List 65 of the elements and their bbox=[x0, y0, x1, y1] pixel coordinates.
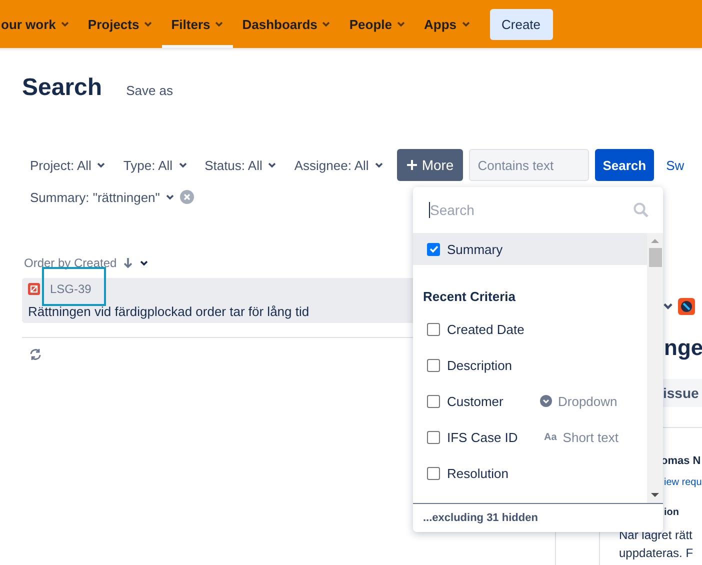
nav-menu-item[interactable]: People bbox=[340, 0, 415, 48]
checkbox[interactable] bbox=[427, 466, 440, 480]
chevron-down-icon bbox=[267, 160, 278, 170]
nav-menu-item[interactable]: Projects bbox=[78, 0, 162, 48]
criteria-item[interactable]: Summary bbox=[413, 233, 647, 265]
scrollbar-thumb[interactable] bbox=[648, 248, 662, 267]
issue-summary: Rättningen vid färdigplockad order tar för lång tid bbox=[28, 304, 310, 319]
plus-icon bbox=[406, 159, 418, 171]
criteria-label: Description bbox=[447, 358, 514, 372]
scrollbar[interactable] bbox=[647, 233, 663, 503]
more-button[interactable]: More bbox=[396, 149, 463, 181]
search-button[interactable]: Search bbox=[594, 149, 654, 181]
chevron-down-icon bbox=[60, 19, 70, 29]
criteria-label: IFS Case ID bbox=[447, 430, 519, 444]
issue-key[interactable]: LSG-39 bbox=[48, 282, 94, 296]
text-search-field[interactable]: Contains text bbox=[468, 149, 589, 181]
text-type-icon: Aa bbox=[544, 432, 557, 442]
chevron-down-icon bbox=[214, 19, 224, 29]
hidden-count-text: ...excluding 31 hidden bbox=[422, 511, 539, 526]
scroll-down-icon[interactable] bbox=[651, 491, 659, 499]
chevron-down-icon bbox=[143, 19, 154, 29]
chevron-down-icon bbox=[460, 19, 470, 29]
save-as-link[interactable]: Save as bbox=[126, 83, 174, 98]
checkbox[interactable] bbox=[427, 322, 440, 336]
chevron-circle-icon bbox=[540, 395, 552, 407]
section-label: ion bbox=[664, 507, 680, 518]
chevron-down-icon bbox=[374, 160, 384, 170]
chevron-down-icon bbox=[178, 160, 188, 170]
filter-dropdown[interactable]: Status: All bbox=[204, 158, 278, 172]
checkbox[interactable] bbox=[427, 358, 440, 372]
field-type-label: Short text bbox=[562, 430, 618, 444]
filter-dropdown[interactable]: Type: All bbox=[123, 158, 188, 172]
chevron-down-icon bbox=[321, 19, 332, 29]
section-title: Recent Criteria bbox=[422, 288, 516, 306]
checkbox[interactable] bbox=[427, 430, 440, 444]
nav-menu-item[interactable]: Apps bbox=[415, 0, 480, 48]
criteria-label: Created Date bbox=[447, 322, 526, 336]
description-text: uppdateras. F bbox=[619, 545, 694, 562]
checkbox[interactable] bbox=[427, 242, 440, 256]
issue-type-icon bbox=[28, 283, 40, 295]
criteria-label: Customer bbox=[447, 394, 504, 408]
filter-dropdown[interactable]: Project: All bbox=[30, 158, 106, 172]
criteria-label: Summary bbox=[447, 242, 504, 256]
issue-title: nge bbox=[663, 335, 702, 361]
create-button[interactable]: Create bbox=[490, 8, 553, 40]
nav-menu-item[interactable]: Dashboards bbox=[233, 0, 340, 48]
app-logo-icon bbox=[678, 298, 695, 314]
chevron-down-icon bbox=[164, 192, 175, 202]
criteria-label: Resolution bbox=[447, 466, 510, 480]
field-type-label: Dropdown bbox=[558, 394, 618, 408]
search-icon bbox=[633, 202, 649, 218]
filter-dropdown[interactable]: Assignee: All bbox=[294, 158, 384, 172]
page-title: Search bbox=[22, 74, 102, 102]
chevron-down-icon bbox=[396, 19, 406, 29]
chevron-down-icon bbox=[138, 258, 149, 268]
checkbox[interactable] bbox=[427, 394, 440, 408]
chevron-down-icon bbox=[96, 160, 106, 170]
request-link[interactable]: iew requ bbox=[664, 477, 702, 488]
nav-menu-item[interactable]: our work bbox=[0, 0, 79, 48]
switch-link[interactable]: Sw bbox=[666, 158, 684, 172]
refresh-icon[interactable] bbox=[29, 348, 42, 361]
active-filter[interactable]: Summary: "rättningen" bbox=[30, 190, 175, 204]
arrow-down-icon[interactable] bbox=[122, 258, 133, 268]
nav-menu-item[interactable]: Filters bbox=[162, 0, 234, 48]
criteria-search-field[interactable]: Search bbox=[429, 202, 633, 218]
